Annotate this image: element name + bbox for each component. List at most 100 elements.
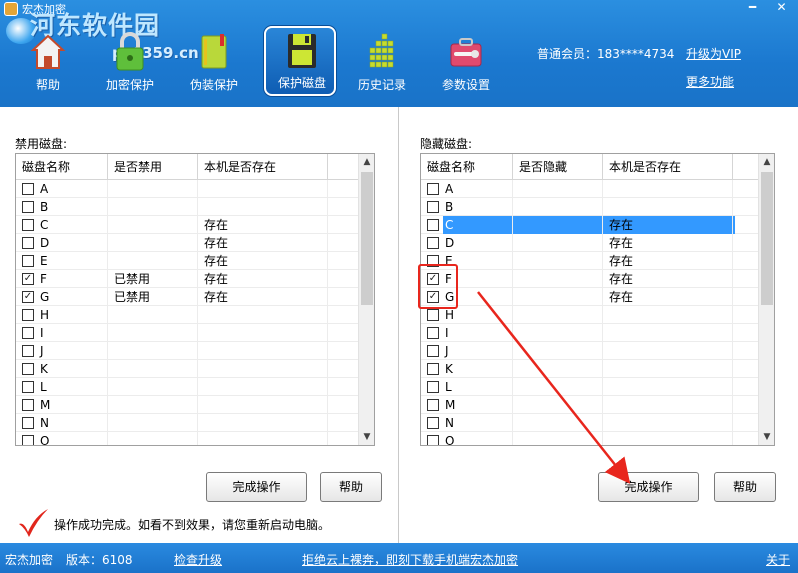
- table-row[interactable]: L: [421, 378, 765, 396]
- table-row[interactable]: H: [421, 306, 765, 324]
- table-row[interactable]: E 存在: [16, 252, 360, 270]
- scroll-up-icon[interactable]: ▲: [759, 154, 774, 170]
- disable-disk-list[interactable]: 磁盘名称 是否禁用 本机是否存在 A B C 存在 D 存在 E 存在 ✓ F 已禁用 存在 ✓ G 已禁用…: [15, 153, 375, 446]
- drive-checkbox[interactable]: [427, 237, 439, 249]
- table-row[interactable]: N: [16, 414, 360, 432]
- table-row[interactable]: A: [421, 180, 765, 198]
- drive-letter: D: [40, 236, 50, 250]
- about-link[interactable]: 关于: [766, 551, 790, 568]
- drive-checkbox[interactable]: [22, 219, 34, 231]
- toolbar-help[interactable]: 帮助: [12, 28, 84, 98]
- table-row[interactable]: ✓ G 存在: [421, 288, 765, 306]
- table-row[interactable]: N: [421, 414, 765, 432]
- right-finish-button[interactable]: 完成操作: [598, 472, 699, 502]
- drive-checkbox[interactable]: [427, 201, 439, 213]
- table-row[interactable]: E 存在: [421, 252, 765, 270]
- table-row[interactable]: C 存在: [16, 216, 360, 234]
- drive-checkbox[interactable]: [22, 201, 34, 213]
- check-update-link[interactable]: 检查升级: [174, 551, 222, 568]
- drive-checkbox[interactable]: [427, 345, 439, 357]
- table-row[interactable]: O: [421, 432, 765, 445]
- drive-checkbox[interactable]: [427, 363, 439, 375]
- scroll-up-icon[interactable]: ▲: [359, 154, 374, 170]
- cell-exists: [603, 342, 733, 360]
- drive-checkbox[interactable]: [427, 435, 439, 445]
- drive-checkbox[interactable]: [22, 363, 34, 375]
- table-row[interactable]: H: [16, 306, 360, 324]
- table-row[interactable]: ✓ F 已禁用 存在: [16, 270, 360, 288]
- drive-checkbox[interactable]: [427, 399, 439, 411]
- toolbar-history[interactable]: 历史记录: [346, 28, 418, 98]
- table-row[interactable]: B: [16, 198, 360, 216]
- scroll-down-icon[interactable]: ▼: [759, 429, 774, 445]
- cell-drive: L: [421, 378, 513, 396]
- toolbar-protect-disk[interactable]: 保护磁盘: [264, 26, 336, 96]
- left-help-button[interactable]: 帮助: [320, 472, 382, 502]
- table-row[interactable]: L: [16, 378, 360, 396]
- drive-checkbox[interactable]: [427, 309, 439, 321]
- drive-checkbox[interactable]: [22, 237, 34, 249]
- table-row[interactable]: J: [421, 342, 765, 360]
- table-row[interactable]: B: [421, 198, 765, 216]
- promo-link[interactable]: 拒绝云上裸奔，即刻下载手机端宏杰加密: [302, 551, 518, 568]
- left-list-scrollbar[interactable]: ▲ ▼: [358, 154, 374, 445]
- drive-checkbox[interactable]: [427, 183, 439, 195]
- minimize-button[interactable]: ━: [740, 0, 765, 18]
- table-row[interactable]: I: [16, 324, 360, 342]
- drive-checkbox[interactable]: [22, 381, 34, 393]
- scroll-thumb[interactable]: [361, 172, 373, 305]
- column-header-name[interactable]: 磁盘名称: [421, 154, 513, 180]
- drive-checkbox[interactable]: [427, 327, 439, 339]
- table-row[interactable]: M: [16, 396, 360, 414]
- column-header-disabled[interactable]: 是否禁用: [108, 154, 198, 180]
- drive-checkbox[interactable]: [22, 417, 34, 429]
- toolbar-encrypt[interactable]: 加密保护: [94, 28, 166, 98]
- cell-drive: A: [16, 180, 108, 198]
- table-row[interactable]: J: [16, 342, 360, 360]
- column-header-exists[interactable]: 本机是否存在: [603, 154, 733, 180]
- table-row[interactable]: K: [421, 360, 765, 378]
- more-features-link[interactable]: 更多功能: [686, 73, 734, 90]
- house-icon: [30, 34, 66, 69]
- toolbar-settings[interactable]: 参数设置: [430, 28, 502, 98]
- drive-checkbox[interactable]: [22, 435, 34, 445]
- drive-checkbox[interactable]: ✓: [22, 273, 34, 285]
- left-finish-button[interactable]: 完成操作: [206, 472, 307, 502]
- column-header-hidden[interactable]: 是否隐藏: [513, 154, 603, 180]
- drive-checkbox[interactable]: [427, 381, 439, 393]
- cell-drive: E: [16, 252, 108, 270]
- drive-checkbox[interactable]: [22, 345, 34, 357]
- table-row[interactable]: M: [421, 396, 765, 414]
- toolbar-disguise[interactable]: 伪装保护: [178, 28, 250, 98]
- cell-drive: K: [421, 360, 513, 378]
- upgrade-vip-link[interactable]: 升级为VIP: [686, 45, 741, 62]
- drive-checkbox[interactable]: [22, 327, 34, 339]
- drive-checkbox[interactable]: [22, 399, 34, 411]
- table-row[interactable]: C 存在: [421, 216, 765, 234]
- scroll-thumb[interactable]: [761, 172, 773, 305]
- close-button[interactable]: ✕: [765, 0, 798, 18]
- right-list-scrollbar[interactable]: ▲ ▼: [758, 154, 774, 445]
- drive-checkbox[interactable]: [427, 417, 439, 429]
- table-row[interactable]: D 存在: [16, 234, 360, 252]
- drive-checkbox[interactable]: [22, 183, 34, 195]
- table-row[interactable]: A: [16, 180, 360, 198]
- table-row[interactable]: D 存在: [421, 234, 765, 252]
- table-row[interactable]: I: [421, 324, 765, 342]
- cell-drive: J: [421, 342, 513, 360]
- table-row[interactable]: ✓ F 存在: [421, 270, 765, 288]
- drive-checkbox[interactable]: [22, 309, 34, 321]
- notebook-icon: [201, 34, 227, 69]
- header-bar: 宏杰加密 河东软件园 pc0359.cn ━ ✕ 帮助 加密保护 伪装保护 保护…: [0, 0, 798, 107]
- column-header-exists[interactable]: 本机是否存在: [198, 154, 328, 180]
- drive-checkbox[interactable]: ✓: [22, 291, 34, 303]
- hide-disk-list[interactable]: 磁盘名称 是否隐藏 本机是否存在 A B C 存在 D 存在 E 存在 ✓ F 存在 ✓ G 存在 H I J K…: [420, 153, 775, 446]
- column-header-name[interactable]: 磁盘名称: [16, 154, 108, 180]
- table-row[interactable]: K: [16, 360, 360, 378]
- table-row[interactable]: ✓ G 已禁用 存在: [16, 288, 360, 306]
- table-row[interactable]: O: [16, 432, 360, 445]
- drive-checkbox[interactable]: [427, 219, 439, 231]
- drive-checkbox[interactable]: [22, 255, 34, 267]
- right-help-button[interactable]: 帮助: [714, 472, 776, 502]
- scroll-down-icon[interactable]: ▼: [359, 429, 374, 445]
